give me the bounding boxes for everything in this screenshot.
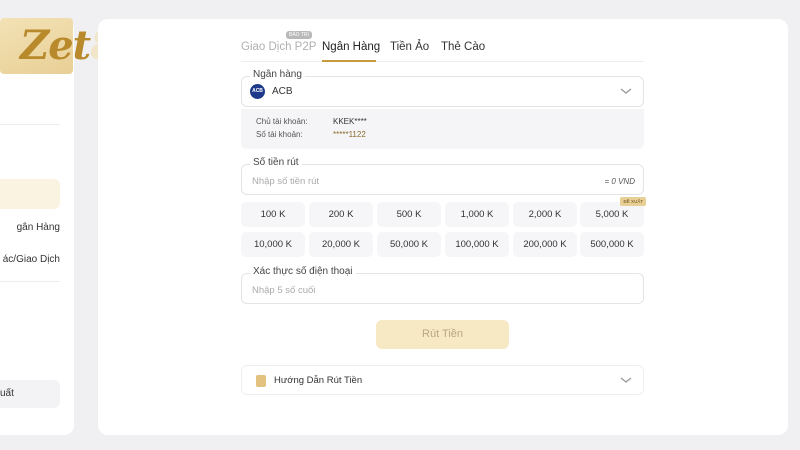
withdraw-method-tabs: Giao Dịch P2P BẢO TRÌ Ngân Hàng Tiền Ảo …	[241, 31, 644, 62]
sidebar: gân Hàng ác/Giao Dịch uất	[0, 19, 74, 435]
bank-select[interactable]: Ngân hàng ACB ACB	[241, 69, 644, 107]
sidebar-divider	[0, 281, 60, 282]
suggested-badge: ĐỀ XUẤT	[620, 197, 646, 206]
preset-amount-button[interactable]: 200 K	[309, 202, 373, 227]
preset-amount-button[interactable]: 200,000 K	[513, 232, 577, 257]
sidebar-divider	[0, 124, 60, 125]
chevron-down-icon	[620, 88, 632, 94]
chevron-down-icon	[620, 377, 632, 383]
bank-select-label: Ngân hàng	[250, 69, 305, 80]
preset-amount-button[interactable]: 1,000 K	[445, 202, 509, 227]
tab-crypto[interactable]: Tiền Ảo	[390, 41, 429, 53]
bank-logo: ACB	[250, 84, 265, 99]
sidebar-bottom-button-label: uất	[0, 388, 14, 399]
preset-amount-button[interactable]: 2,000 K	[513, 202, 577, 227]
phone-verify-label: Xác thực số điện thoại	[250, 266, 356, 277]
sidebar-item-bank[interactable]: gân Hàng	[17, 222, 60, 233]
phone-verify-field[interactable]: Xác thực số điện thoại Nhập 5 số cuối	[241, 266, 644, 304]
tab-bank[interactable]: Ngân Hàng	[322, 41, 380, 53]
account-number-label: Số tài khoản:	[256, 130, 303, 139]
tab-card[interactable]: Thẻ Cào	[441, 41, 485, 53]
withdraw-guide-accordion[interactable]: Hướng Dẫn Rút Tiền	[241, 365, 644, 395]
amount-converted: = 0 VND	[604, 177, 635, 186]
phone-verify-input[interactable]: Nhập 5 số cuối	[252, 285, 315, 296]
bank-select-value: ACB	[272, 86, 293, 97]
preset-amount-button[interactable]: 100,000 K	[445, 232, 509, 257]
document-icon	[256, 375, 266, 387]
preset-amount-button-suggested[interactable]: 5,000 K ĐỀ XUẤT	[580, 197, 646, 227]
withdraw-guide-label: Hướng Dẫn Rút Tiền	[274, 375, 363, 386]
account-holder-label: Chủ tài khoản:	[256, 117, 308, 126]
sidebar-item-active[interactable]	[0, 179, 60, 209]
account-info: Chủ tài khoản: KKEK**** Số tài khoản: **…	[241, 109, 644, 149]
amount-input[interactable]: Nhập số tiền rút	[252, 176, 319, 187]
active-tab-indicator	[322, 60, 376, 62]
sidebar-bottom-button[interactable]: uất	[0, 380, 60, 408]
amount-field[interactable]: Số tiền rút Nhập số tiền rút = 0 VND	[241, 157, 644, 195]
preset-amount-button[interactable]: 500 K	[377, 202, 441, 227]
preset-amount-button[interactable]: 10,000 K	[241, 232, 305, 257]
withdraw-button[interactable]: Rút Tiền	[376, 320, 509, 349]
tab-p2p[interactable]: Giao Dịch P2P BẢO TRÌ	[241, 31, 316, 53]
maintenance-badge: BẢO TRÌ	[286, 31, 312, 39]
preset-amount-button[interactable]: 50,000 K	[377, 232, 441, 257]
preset-amount-button[interactable]: 100 K	[241, 202, 305, 227]
preset-amount-button[interactable]: 20,000 K	[309, 232, 373, 257]
account-holder-value: KKEK****	[333, 117, 367, 126]
account-number-value: *****1122	[333, 130, 366, 139]
amount-label: Số tiền rút	[250, 157, 302, 168]
preset-amount-button[interactable]: 500,000 K	[580, 232, 644, 257]
sidebar-item-transactions[interactable]: ác/Giao Dịch	[3, 254, 60, 265]
